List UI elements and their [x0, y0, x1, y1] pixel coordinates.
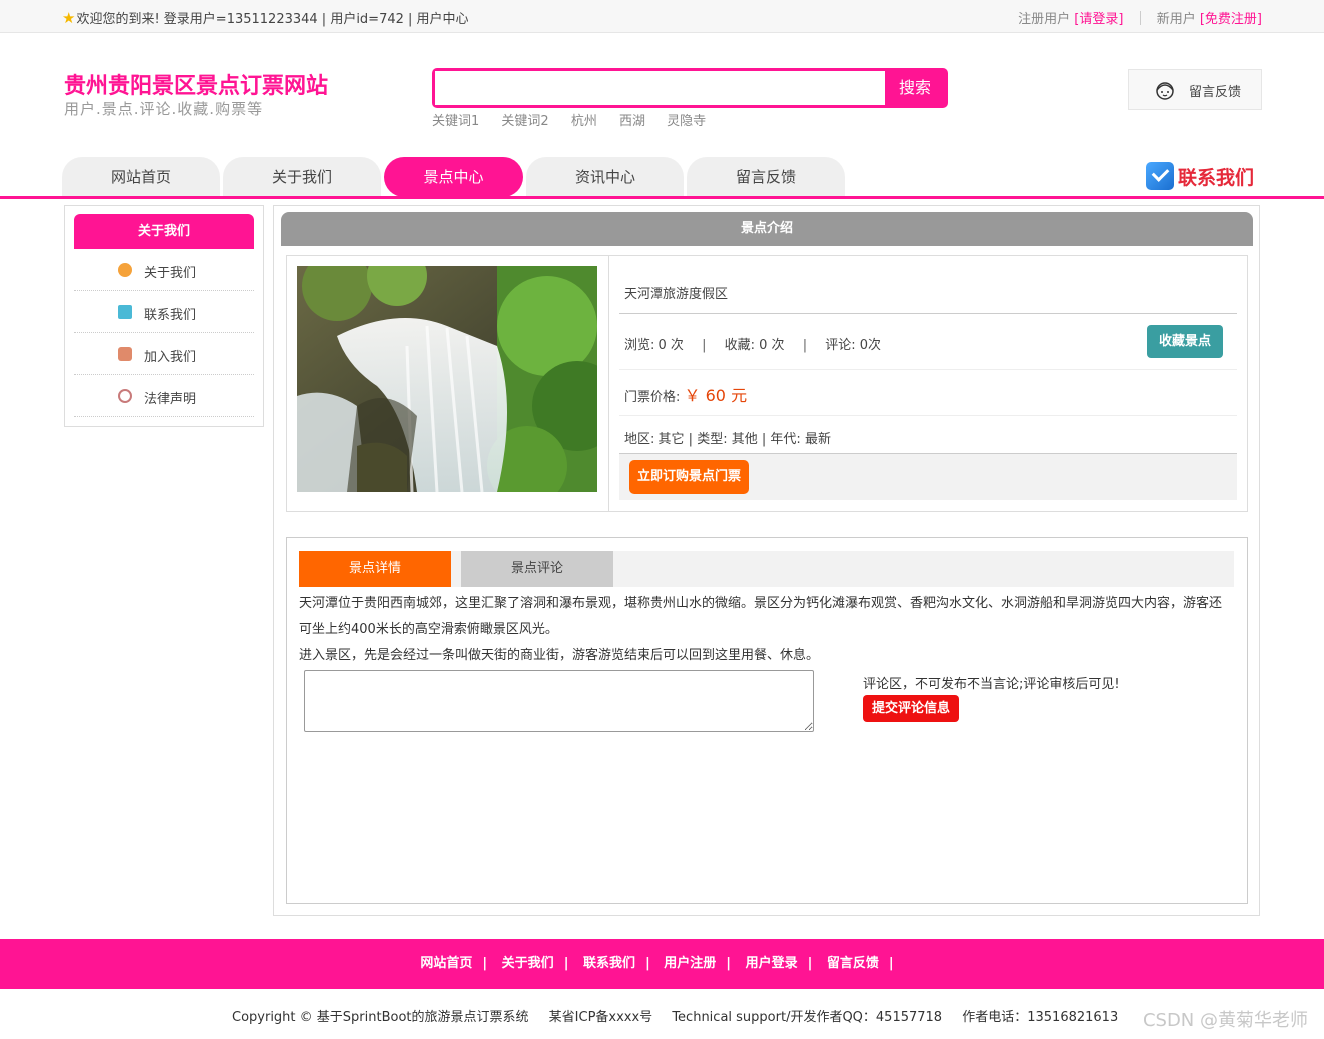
comment-input[interactable]	[304, 670, 814, 732]
welcome-text: ★欢迎您的到来! 登录用户=13511223344 | 用户id=742 | 用…	[62, 9, 469, 27]
star-badge-icon	[118, 263, 132, 277]
customer-service-icon	[1156, 82, 1174, 100]
nav-tab-home[interactable]: 网站首页	[62, 157, 220, 197]
separator: |	[702, 338, 707, 353]
nav-tab-about[interactable]: 关于我们	[223, 157, 381, 197]
feedback-label: 留言反馈	[1189, 85, 1242, 100]
comments-count: 0次	[859, 338, 882, 353]
tab-detail[interactable]: 景点详情	[299, 551, 451, 587]
support-text: Technical support/开发作者QQ：45157718	[672, 1010, 943, 1025]
ticket-price: ￥ 60 元	[684, 386, 748, 405]
star-icon: ★	[62, 9, 76, 27]
copyright-text: Copyright © 基于SprintBoot的旅游景点订票系统	[232, 1010, 529, 1025]
divider	[608, 256, 609, 511]
sidebar-item-label: 联系我们	[144, 308, 197, 323]
region-value: 其它	[658, 432, 685, 447]
footer-link-login[interactable]: 用户登录	[746, 956, 798, 971]
tab-comments[interactable]: 景点评论	[461, 551, 613, 587]
check-icon	[1146, 162, 1174, 190]
register-prefix: 注册用户	[1018, 12, 1071, 27]
buy-ticket-button[interactable]: 立即订购景点门票	[629, 460, 749, 494]
sidebar: 关于我们 关于我们 联系我们 加入我们 法律声明	[64, 205, 264, 427]
search-input[interactable]	[435, 71, 887, 105]
nav-tab-spots[interactable]: 景点中心	[384, 157, 523, 197]
spot-stats-row: 浏览: 0 次 | 收藏: 0 次 | 评论: 0次 收藏景点	[619, 314, 1237, 370]
nav-underline	[0, 196, 1324, 199]
sidebar-title: 关于我们	[74, 214, 254, 249]
new-user-prefix: 新用户	[1156, 12, 1196, 27]
power-icon	[118, 389, 132, 403]
sidebar-item-contact[interactable]: 联系我们	[74, 291, 254, 333]
spot-name-row: 天河潭旅游度假区	[619, 256, 1237, 314]
lock-icon	[118, 347, 132, 361]
sidebar-item-label: 加入我们	[144, 350, 197, 365]
buy-row: 立即订购景点门票	[619, 454, 1237, 500]
separator: |	[802, 338, 808, 353]
keyword-link[interactable]: 关键词2	[501, 114, 548, 129]
watermark: CSDN @黄菊华老师	[1142, 1010, 1308, 1031]
keyword-link[interactable]: 灵隐寺	[667, 114, 706, 129]
spot-price-row: 门票价格: ￥ 60 元	[619, 370, 1237, 416]
price-label: 门票价格:	[624, 390, 681, 405]
submit-comment-button[interactable]: 提交评论信息	[863, 695, 959, 722]
login-link[interactable]: [请登录]	[1074, 12, 1123, 27]
free-register-link[interactable]: [免费注册]	[1200, 12, 1262, 27]
footer-link-contact[interactable]: 联系我们	[583, 956, 635, 971]
spot-meta-row: 地区: 其它 | 类型: 其他 | 年代: 最新	[619, 416, 1237, 454]
main-panel: 景点介绍 天河潭旅游度假区 浏览: 0 次 | 收藏: 0 次 | 评论: 0次…	[273, 205, 1260, 916]
era-value: 最新	[804, 432, 831, 447]
footer-nav: 网站首页 | 关于我们 | 联系我们 | 用户注册 | 用户登录 | 留言反馈 |	[0, 939, 1324, 989]
contact-label: 联系我们	[1178, 166, 1255, 189]
sidebar-item-about[interactable]: 关于我们	[74, 249, 254, 291]
footer-link-feedback[interactable]: 留言反馈	[827, 956, 879, 971]
era-label: 年代:	[770, 432, 801, 447]
icp-text: 某省ICP备xxxx号	[548, 1010, 653, 1025]
detail-tabs: 景点详情 景点评论	[299, 551, 1234, 587]
sidebar-item-label: 关于我们	[144, 266, 197, 281]
sidebar-item-legal[interactable]: 法律声明	[74, 375, 254, 417]
type-label: 类型:	[697, 432, 728, 447]
spot-photo	[297, 266, 597, 492]
footer-link-home[interactable]: 网站首页	[420, 956, 472, 971]
description-paragraph: 进入景区，先是会经过一条叫做天街的商业街，游客游览结束后可以回到这里用餐、休息。	[299, 648, 820, 663]
nav-tab-news[interactable]: 资讯中心	[526, 157, 684, 197]
copyright: Copyright © 基于SprintBoot的旅游景点订票系统 某省ICP备…	[232, 1006, 1134, 1025]
search-button[interactable]: 搜索	[885, 71, 945, 105]
site-title[interactable]: 贵州贵阳景区景点订票网站	[64, 68, 328, 100]
auth-links: 注册用户 [请登录] 新用户 [免费注册]	[1018, 8, 1262, 27]
divider	[1139, 11, 1141, 25]
clipboard-icon	[118, 305, 132, 319]
contact-us-link[interactable]: 联系我们	[1146, 162, 1254, 190]
nav-tab-feedback[interactable]: 留言反馈	[687, 157, 845, 197]
keyword-link[interactable]: 杭州	[571, 114, 597, 129]
sidebar-item-join[interactable]: 加入我们	[74, 333, 254, 375]
favorites-count: 0 次	[759, 338, 785, 353]
footer-link-about[interactable]: 关于我们	[502, 956, 554, 971]
comment-note: 评论区，不可发布不当言论;评论审核后可见!	[863, 677, 1120, 692]
comments-label: 评论:	[825, 338, 856, 353]
views-label: 浏览:	[624, 338, 655, 353]
region-label: 地区:	[624, 432, 655, 447]
feedback-button[interactable]: 留言反馈	[1128, 69, 1262, 110]
top-bar: ★欢迎您的到来! 登录用户=13511223344 | 用户id=742 | 用…	[0, 0, 1324, 33]
description-paragraph: 天河潭位于贵阳西南城郊，这里汇聚了溶洞和瀑布景观，堪称贵州山水的微缩。景区分为钙…	[299, 596, 1223, 637]
hot-keywords: 关键词1 关键词2 杭州 西湖 灵隐寺	[432, 110, 724, 129]
favorites-label: 收藏:	[724, 338, 755, 353]
spot-description: 天河潭位于贵阳西南城郊，这里汇聚了溶洞和瀑布景观，堪称贵州山水的微缩。景区分为钙…	[299, 591, 1234, 669]
spot-detail: 景点详情 景点评论 天河潭位于贵阳西南城郊，这里汇聚了溶洞和瀑布景观，堪称贵州山…	[286, 537, 1248, 904]
footer-link-register[interactable]: 用户注册	[664, 956, 716, 971]
views-count: 0 次	[658, 338, 684, 353]
keyword-link[interactable]: 关键词1	[432, 114, 479, 129]
sidebar-item-label: 法律声明	[144, 392, 197, 407]
favorite-button[interactable]: 收藏景点	[1147, 325, 1223, 358]
type-value: 其他	[731, 432, 758, 447]
spot-name: 天河潭旅游度假区	[624, 287, 729, 302]
spot-info: 天河潭旅游度假区 浏览: 0 次 | 收藏: 0 次 | 评论: 0次 收藏景点…	[286, 255, 1248, 512]
search-box: 搜索	[432, 68, 948, 108]
site-subtitle: 用户.景点.评论.收藏.购票等	[64, 100, 264, 118]
keyword-link[interactable]: 西湖	[619, 114, 645, 129]
phone-text: 作者电话：13516821613	[962, 1010, 1119, 1025]
section-title: 景点介绍	[281, 212, 1253, 246]
